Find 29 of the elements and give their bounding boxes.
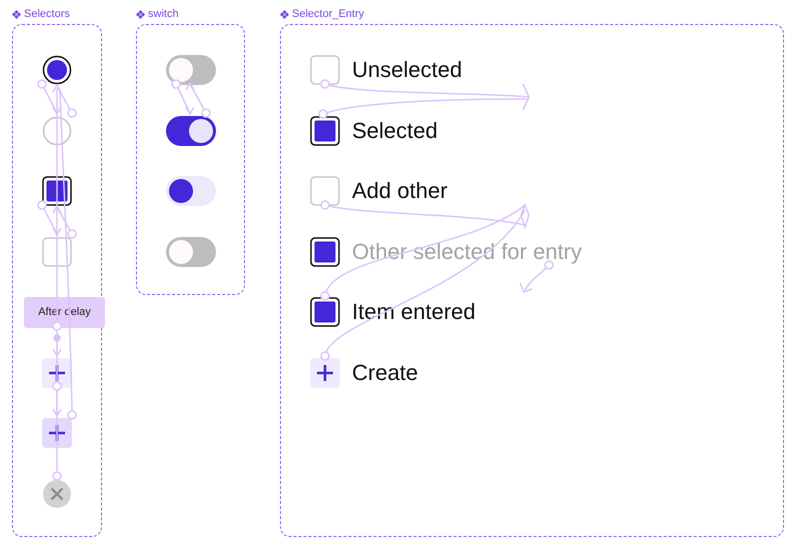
component-icon [12,10,21,19]
toggle-switch[interactable] [166,176,216,206]
component-icon [280,10,289,19]
option-label: Selected [352,120,438,142]
frame-title: switch [148,9,179,20]
remove-button[interactable] [42,478,72,508]
checkbox[interactable] [310,297,340,327]
toggle-switch[interactable] [166,236,216,266]
plus-icon [315,362,335,382]
checkbox[interactable] [42,176,72,206]
option-label: Item entered [352,301,476,323]
checkbox[interactable] [310,116,340,146]
option-label: Create [352,362,418,384]
option-label: Unselected [352,59,462,81]
add-button[interactable] [42,418,72,448]
plus-icon [47,362,67,382]
option-label: Other selected for entry [352,240,582,262]
connector-arrow [171,79,195,116]
option-label: Add other [352,180,448,202]
toggle-switch[interactable] [166,116,216,146]
radio-button[interactable] [42,55,72,85]
frame-title: Selector_Entry [292,9,364,20]
plus-icon [47,423,67,443]
component-icon [136,10,145,19]
connector-arrow [185,81,211,118]
checkbox[interactable] [310,236,340,266]
toggle-switch[interactable] [166,55,216,85]
frame-title: Selectors [24,9,70,20]
add-button[interactable] [310,358,340,388]
